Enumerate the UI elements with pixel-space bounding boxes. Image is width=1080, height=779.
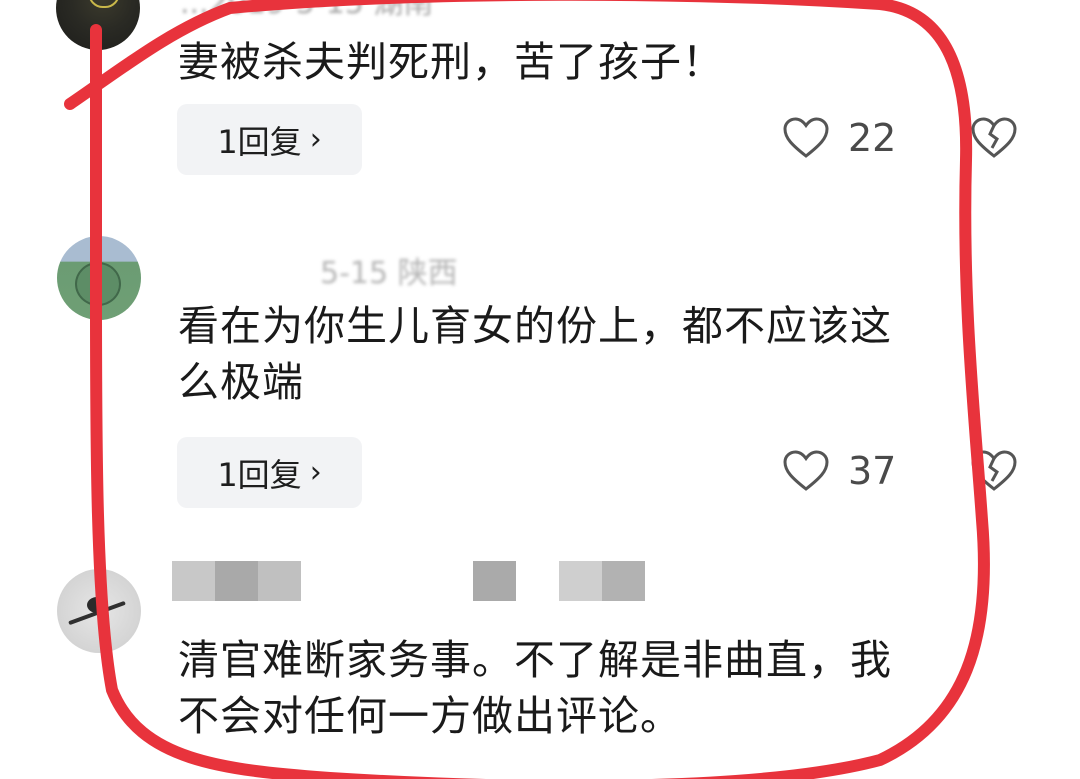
like-count: 37 — [848, 449, 897, 493]
view-replies-button[interactable]: 1回复 › — [177, 104, 362, 175]
view-replies-button[interactable]: 1回复 › — [177, 437, 362, 508]
like-button[interactable]: 22 — [782, 116, 896, 160]
like-button[interactable]: 37 — [782, 449, 896, 493]
comment-text: 看在为你生儿育女的份上，都不应该这 么极端 — [178, 302, 892, 406]
comment-meta: ...2019-5-15 湖南 — [180, 0, 434, 21]
broken-heart-icon[interactable] — [970, 449, 1018, 493]
heart-outline-icon — [783, 117, 829, 158]
comment-text: 妻被杀夫判死刑，苦了孩子！ — [178, 38, 724, 86]
avatar-image — [88, 0, 120, 8]
avatar-image-detail — [87, 597, 107, 613]
reply-count-label: 1回复 — [217, 455, 302, 494]
avatar[interactable] — [57, 569, 141, 653]
username-redacted — [172, 561, 301, 601]
avatar-image — [75, 262, 121, 306]
broken-heart-icon[interactable] — [970, 116, 1018, 160]
chevron-right-icon: › — [309, 455, 322, 490]
meta-redacted — [473, 561, 516, 601]
avatar[interactable] — [56, 0, 140, 50]
heart-outline-icon — [783, 450, 829, 491]
comment-list: ...2019-5-15 湖南 妻被杀夫判死刑，苦了孩子！ 1回复 › 22 5… — [0, 0, 1080, 779]
avatar[interactable] — [57, 236, 141, 320]
reply-count-label: 1回复 — [217, 122, 302, 161]
comment-meta: 5-15 陕西 — [320, 256, 458, 291]
like-count: 22 — [848, 116, 897, 160]
meta-redacted — [559, 561, 645, 601]
chevron-right-icon: › — [309, 122, 322, 157]
comment-text: 清官难断家务事。不了解是非曲直，我 不会对任何一方做出评论。 — [178, 636, 892, 740]
